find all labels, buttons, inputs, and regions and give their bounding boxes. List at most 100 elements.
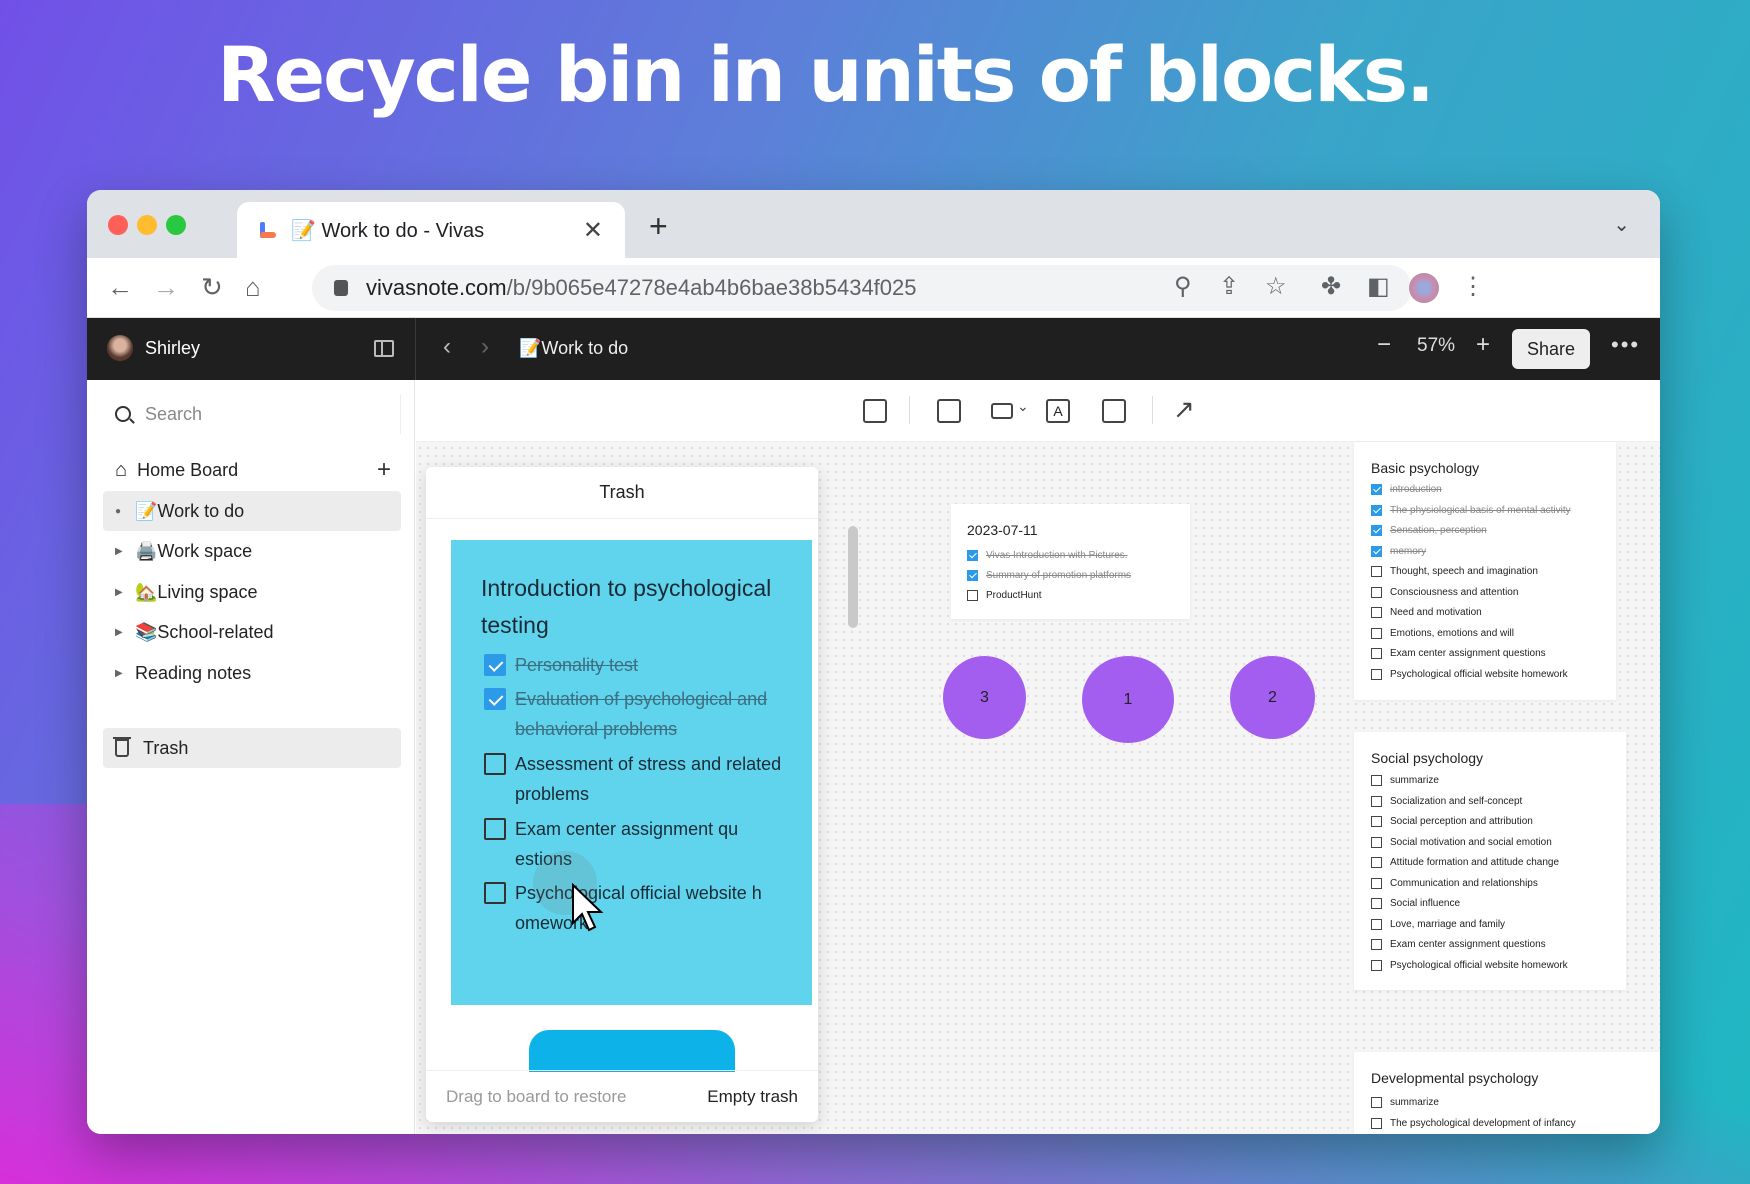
more-options-icon[interactable]: •••	[1611, 332, 1640, 358]
note-item[interactable]: Communication and relationships	[1371, 877, 1538, 889]
checkbox[interactable]	[1371, 775, 1382, 786]
circle-shape[interactable]: 3	[943, 656, 1026, 739]
note-item[interactable]: Attitude formation and attitude change	[1371, 857, 1559, 868]
search-input[interactable]: Search	[101, 394, 401, 434]
checkbox[interactable]	[1371, 1118, 1382, 1129]
note-tool-icon[interactable]	[937, 399, 961, 423]
checkbox[interactable]	[1371, 939, 1382, 950]
checkbox[interactable]	[484, 654, 506, 676]
tab-list-chevron-icon[interactable]: ⌄	[1613, 212, 1630, 237]
expand-arrow-icon[interactable]: ▶	[115, 587, 135, 598]
checkbox[interactable]	[1371, 484, 1382, 495]
expand-arrow-icon[interactable]: ▶	[115, 627, 135, 638]
sidebar-toggle-icon[interactable]	[374, 340, 394, 357]
checkbox[interactable]	[1371, 504, 1382, 516]
note-item[interactable]: memory	[1371, 545, 1426, 557]
image-tool-icon[interactable]	[1102, 399, 1126, 423]
note-item[interactable]: Psychological official website homework	[1371, 668, 1568, 680]
checkbox[interactable]	[1371, 627, 1382, 639]
forward-chevron-icon[interactable]: ›	[481, 333, 489, 361]
back-chevron-icon[interactable]: ‹	[443, 333, 451, 361]
empty-trash-button[interactable]: Empty trash	[707, 1087, 798, 1107]
sidebar-item-home-board[interactable]: ⌂ Home Board +	[103, 450, 401, 490]
expand-arrow-icon[interactable]: ▶	[115, 546, 135, 557]
note-item[interactable]: Need and motivation	[1371, 607, 1482, 618]
sidebar-item-trash[interactable]: Trash	[103, 728, 401, 768]
checkbox[interactable]	[1371, 668, 1382, 680]
note-item[interactable]: Social motivation and social emotion	[1371, 836, 1552, 848]
frame-tool-icon[interactable]	[863, 399, 887, 423]
extensions-puzzle-icon[interactable]: ✤	[1321, 272, 1341, 301]
checkbox[interactable]	[1371, 525, 1382, 536]
circle-shape[interactable]: 1	[1082, 656, 1174, 743]
close-window-button[interactable]	[108, 215, 128, 235]
url-field[interactable]: vivasnote.com/b/9b065e47278e4ab4b6bae38b…	[312, 265, 1412, 311]
zoom-in-icon[interactable]: +	[1476, 331, 1490, 359]
browser-tab[interactable]: 📝 Work to do - Vivas ✕	[237, 202, 625, 258]
note-item[interactable]: ProductHunt	[967, 590, 1042, 601]
checkbox[interactable]	[1371, 607, 1382, 618]
trash-scrollbar[interactable]	[848, 526, 858, 628]
board-canvas[interactable]: ⌄ A ↗ Trash Introduction to psychologica…	[416, 380, 1660, 1134]
sidebar-item-work-to-do[interactable]: ● 📝Work to do	[103, 491, 401, 531]
bookmark-star-icon[interactable]: ☆	[1265, 272, 1287, 301]
browser-menu-icon[interactable]: ⋮	[1461, 272, 1485, 301]
checkbox[interactable]	[1371, 877, 1382, 889]
checkbox[interactable]	[484, 688, 506, 710]
note-item[interactable]: Socialization and self-concept	[1371, 795, 1522, 807]
note-item[interactable]: Vivas Introduction with Pictures.	[967, 550, 1128, 561]
sidebar-item-living-space[interactable]: ▶ 🏡Living space	[103, 572, 401, 612]
back-arrow-icon[interactable]: ←	[107, 272, 133, 303]
basic-psychology-note[interactable]: Basic psychology introduction The physiol…	[1354, 442, 1616, 700]
share-page-icon[interactable]: ⇪	[1219, 272, 1239, 301]
forward-arrow-icon[interactable]: →	[153, 272, 179, 303]
note-item[interactable]: summarize	[1371, 1097, 1439, 1108]
note-item[interactable]: Emotions, emotions and will	[1371, 627, 1514, 639]
note-item[interactable]: Sensation, perception	[1371, 525, 1487, 536]
note-item[interactable]: summarize	[1371, 775, 1439, 786]
sidebar-item-school-related[interactable]: ▶ 📚School-related	[103, 612, 401, 652]
add-board-icon[interactable]: +	[377, 456, 391, 484]
maximize-window-button[interactable]	[166, 215, 186, 235]
checkbox[interactable]	[1371, 898, 1382, 909]
share-button[interactable]: Share	[1512, 329, 1590, 369]
checkbox[interactable]	[1371, 586, 1382, 598]
sidebar-item-work-space[interactable]: ▶ 🖨️Work space	[103, 531, 401, 571]
side-panel-icon[interactable]: ◧	[1367, 272, 1390, 301]
note-item[interactable]: Thought, speech and imagination	[1371, 566, 1538, 577]
note-item[interactable]: introduction	[1371, 484, 1442, 495]
trashed-card[interactable]: Introduction to psychological testing Pe…	[451, 540, 812, 1005]
close-tab-icon[interactable]: ✕	[583, 216, 603, 245]
checkbox[interactable]	[1371, 836, 1382, 848]
note-item[interactable]: Exam center assignment questions	[1371, 648, 1546, 659]
zoom-magnifier-icon[interactable]: ⚲	[1174, 272, 1192, 301]
checkbox[interactable]	[1371, 816, 1382, 827]
circle-shape[interactable]: 2	[1230, 656, 1315, 739]
note-item[interactable]: Social influence	[1371, 898, 1460, 909]
checkbox[interactable]	[1371, 795, 1382, 807]
shape-dropdown-chevron-icon[interactable]: ⌄	[1017, 398, 1029, 415]
checkbox[interactable]	[1371, 545, 1382, 557]
checkbox[interactable]	[1371, 959, 1382, 971]
checkbox[interactable]	[1371, 918, 1382, 930]
text-tool-icon[interactable]: A	[1046, 399, 1070, 423]
note-item[interactable]: Exam center assignment questions	[1371, 939, 1546, 950]
new-tab-icon[interactable]: +	[649, 208, 668, 245]
sidebar-item-reading-notes[interactable]: ▶ Reading notes	[103, 653, 401, 693]
home-icon[interactable]: ⌂	[245, 272, 261, 303]
reload-icon[interactable]: ↻	[201, 272, 223, 303]
zoom-out-icon[interactable]: −	[1377, 331, 1391, 359]
checkbox[interactable]	[1371, 566, 1382, 577]
note-item[interactable]: Summary of promotion platforms	[967, 570, 1131, 581]
note-item[interactable]: Psychological official website homework	[1371, 959, 1568, 971]
expand-arrow-icon[interactable]: ▶	[115, 668, 135, 679]
note-item[interactable]: Consciousness and attention	[1371, 586, 1518, 598]
checkbox[interactable]	[1371, 1097, 1382, 1108]
checkbox[interactable]	[484, 753, 506, 775]
checkbox[interactable]	[484, 818, 506, 840]
connector-arrow-icon[interactable]: ↗	[1173, 394, 1195, 425]
note-item[interactable]: Social perception and attribution	[1371, 816, 1533, 827]
social-psychology-note[interactable]: Social psychology summarize Socialization…	[1354, 732, 1626, 990]
date-note[interactable]: 2023-07-11 Vivas Introduction with Pictu…	[951, 504, 1190, 619]
trashed-block-preview[interactable]	[529, 1030, 735, 1072]
